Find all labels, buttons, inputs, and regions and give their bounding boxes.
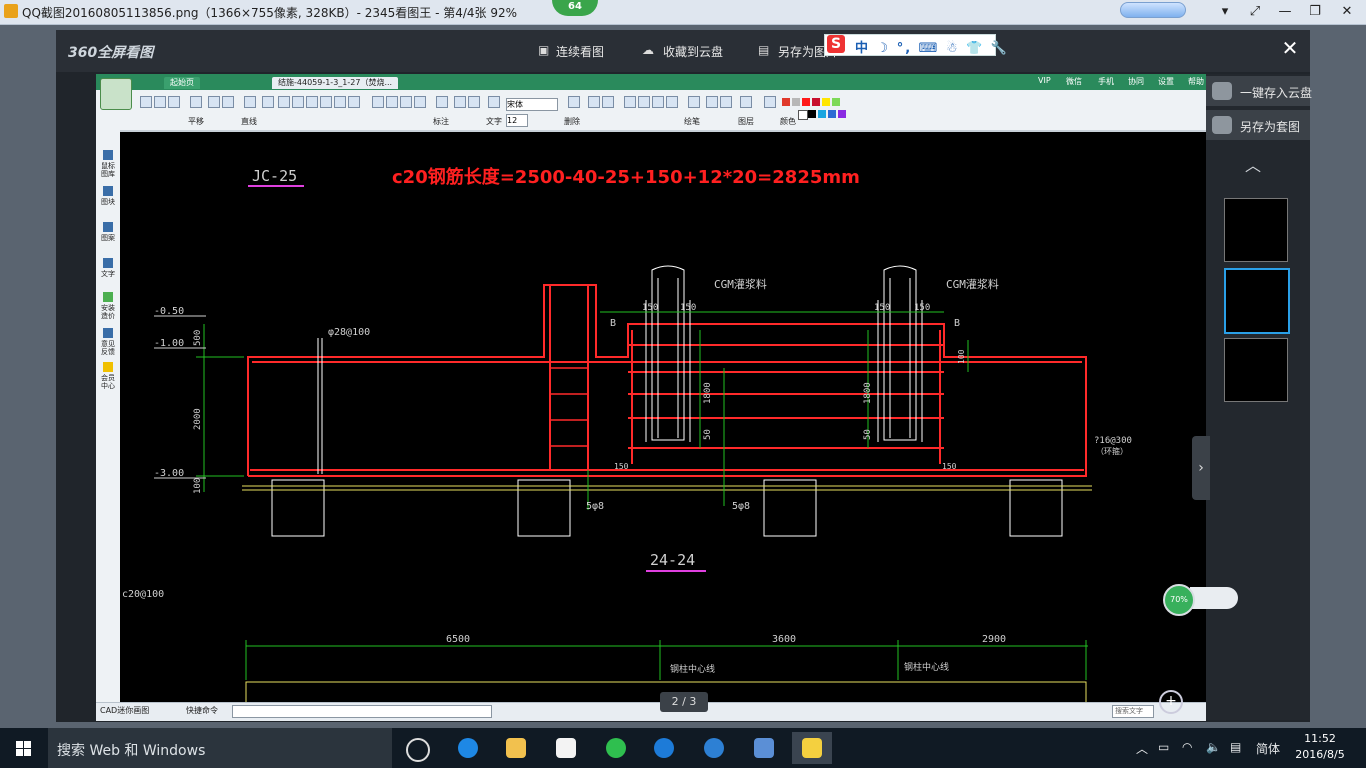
taskbar-app-edge[interactable]: [448, 732, 488, 764]
dimension-label: 3600: [772, 634, 796, 645]
dimension-label: 150: [614, 462, 629, 471]
elevation-label: -0.50: [154, 306, 184, 317]
clock-time: 11:52: [1304, 732, 1336, 745]
cloud-icon: [1212, 82, 1232, 100]
rebar-label: （环箍）: [1096, 446, 1128, 456]
taskbar-app-cad[interactable]: [744, 732, 784, 764]
dimension-label: 2000: [193, 408, 203, 430]
dimension-label: 150: [914, 303, 930, 313]
dimension-label: 500: [193, 330, 203, 346]
wifi-icon[interactable]: ◠: [1182, 740, 1192, 754]
grout-label: CGM灌浆料: [714, 277, 767, 291]
clock-date: 2016/8/5: [1295, 748, 1345, 761]
dimension-label: 50: [703, 429, 713, 440]
save-cloud-button[interactable]: 一键存入云盘: [1206, 76, 1313, 106]
command-input[interactable]: [232, 705, 492, 718]
page-indicator: 2 / 3: [660, 692, 708, 712]
taskbar-app-2345[interactable]: [396, 732, 436, 764]
dimension-label: 100: [957, 349, 966, 364]
dimension-label: 150: [942, 462, 957, 471]
taskbar-app-store[interactable]: [546, 732, 586, 764]
clock[interactable]: 11:52 2016/8/5: [1290, 731, 1350, 763]
axis-label: 钢柱中心线: [670, 663, 715, 675]
thumbnail-2[interactable]: [1224, 268, 1290, 334]
quick-command-label: 快捷命令: [186, 706, 218, 715]
taskbar-app-sogou[interactable]: [694, 732, 734, 764]
battery-icon[interactable]: ▭: [1158, 740, 1169, 754]
dimension-label: 50: [863, 429, 873, 440]
zoom-control[interactable]: [1190, 587, 1238, 609]
notification-icon[interactable]: ▤: [1230, 740, 1241, 754]
expand-panel-icon[interactable]: ›: [1192, 436, 1210, 500]
rebar-label: φ28@100: [328, 327, 370, 338]
windows-start-icon[interactable]: [0, 728, 48, 768]
rebar-label: ?16@300: [1094, 436, 1132, 446]
tray-chevron-icon[interactable]: ︿: [1136, 740, 1148, 757]
cad-drawing: JC-25 c20钢筋长度=2500-40-25+150+12*20=2825m…: [122, 166, 1132, 712]
taskbar-search[interactable]: 搜索 Web 和 Windows: [48, 728, 392, 768]
input-language[interactable]: 简体: [1256, 740, 1280, 757]
dimension-label: 6500: [446, 634, 470, 645]
taskbar-app-browser[interactable]: [644, 732, 684, 764]
scroll-up-icon[interactable]: ︿: [1240, 152, 1266, 175]
dimension-label: 150: [642, 303, 658, 313]
zoom-level[interactable]: 70%: [1163, 584, 1195, 616]
search-placeholder: 搜索 Web 和 Windows: [57, 743, 206, 759]
dimension-label: 100: [193, 478, 203, 494]
axis-label: 钢柱中心线: [904, 661, 949, 673]
rebar-label: c20@100: [122, 589, 164, 600]
save-template-label: 另存为套图: [1240, 120, 1301, 134]
stirrups-column: [550, 367, 588, 447]
piles: [271, 479, 1063, 537]
volume-icon[interactable]: 🔈: [1206, 740, 1221, 754]
search-text-input[interactable]: 搜索文字: [1112, 705, 1154, 718]
save-cloud-label: 一键存入云盘: [1240, 86, 1313, 100]
foundation-outline: [247, 284, 1087, 477]
jc-label: JC-25: [252, 167, 297, 185]
taskbar-app-explorer[interactable]: [496, 732, 536, 764]
section-mark: B: [954, 318, 960, 329]
taskbar-app-360[interactable]: [596, 732, 636, 764]
taskbar-app-viewer[interactable]: [792, 732, 832, 764]
rebar-label: 5φ8: [732, 501, 750, 512]
dimension-label: 2900: [982, 634, 1006, 645]
dimension-label: 150: [680, 303, 696, 313]
elevation-label: -1.00: [154, 338, 184, 349]
dimension-lines: [196, 311, 1088, 680]
dimension-label: 1800: [863, 382, 873, 404]
dimension-label: 150: [874, 303, 890, 313]
dimension-label: 1800: [703, 382, 713, 404]
section-label: 24-24: [650, 551, 695, 569]
thumbnail-1[interactable]: [1224, 198, 1288, 262]
zoom-in-icon[interactable]: +: [1159, 690, 1183, 714]
section-mark: B: [610, 318, 616, 329]
elevation-label: -3.00: [154, 468, 184, 479]
app-name: CAD迷你画图: [100, 706, 150, 715]
grout-label: CGM灌浆料: [946, 277, 999, 291]
thumbnail-3[interactable]: [1224, 338, 1288, 402]
formula-annotation: c20钢筋长度=2500-40-25+150+12*20=2825mm: [392, 166, 860, 188]
image-icon: [1212, 116, 1232, 134]
anchor-bolts: [317, 265, 923, 474]
save-template-button[interactable]: 另存为套图: [1206, 110, 1310, 140]
rebar-label: 5φ8: [586, 501, 604, 512]
